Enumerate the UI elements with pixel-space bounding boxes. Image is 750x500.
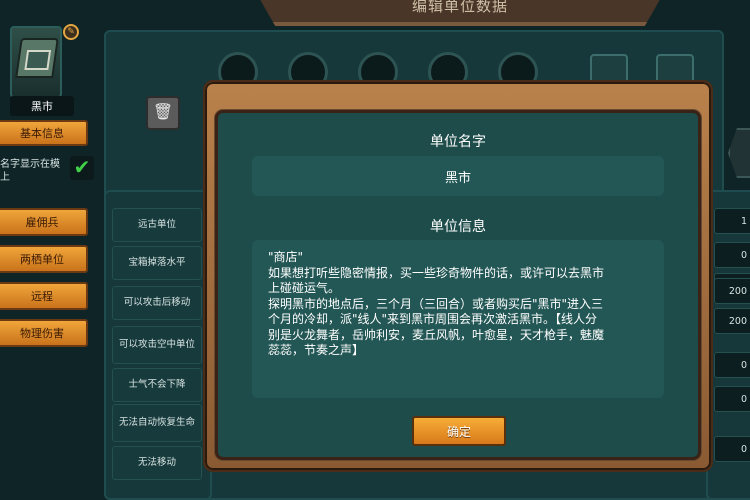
tag-button-mercenary[interactable]: 雇佣兵 xyxy=(0,208,88,236)
value-input[interactable]: 0 xyxy=(714,352,750,378)
attribute-cell: 可以攻击后移动 xyxy=(112,286,202,320)
unit-name-label: 黑市 xyxy=(10,96,74,116)
tag-button-amphibious[interactable]: 两栖单位 xyxy=(0,245,88,273)
black-market-icon xyxy=(15,38,59,78)
attribute-cell: 无法移动 xyxy=(112,446,202,480)
attribute-cell: 远古单位 xyxy=(112,208,202,242)
next-arrow-icon[interactable] xyxy=(728,128,750,178)
trash-icon[interactable]: 🗑 xyxy=(146,96,180,130)
unit-info-field[interactable]: "商店" 如果想打听些隐密情报，买一些珍奇物件的话，或许可以去黑市 上碰碰运气。… xyxy=(252,240,664,398)
page-title: 编辑单位数据 xyxy=(411,0,508,15)
header-banner: 编辑单位数据 xyxy=(250,0,670,26)
attribute-cell: 宝箱掉落水平 xyxy=(112,246,202,280)
value-input[interactable]: 200 xyxy=(714,308,750,334)
attribute-cell: 可以攻击空中单位 xyxy=(112,326,202,364)
value-input[interactable]: 200 xyxy=(714,278,750,304)
unit-info-title: 单位信息 xyxy=(430,219,486,235)
value-input[interactable]: 0 xyxy=(714,386,750,412)
unit-name-field[interactable]: 黑市 xyxy=(252,156,664,196)
attribute-cell: 无法自动恢复生命 xyxy=(112,404,202,442)
tag-button-ranged[interactable]: 远程 xyxy=(0,282,88,310)
value-input[interactable]: 0 xyxy=(714,436,750,462)
value-input[interactable]: 1 xyxy=(714,208,750,234)
unit-name-title: 单位名字 xyxy=(430,134,486,150)
value-input[interactable]: 0 xyxy=(714,242,750,268)
gear-icon[interactable]: ✎ xyxy=(63,24,79,40)
unit-portrait[interactable] xyxy=(10,26,62,98)
basic-info-button[interactable]: 基本信息 xyxy=(0,120,88,146)
name-display-label: 名字显示在模 上 xyxy=(0,159,60,183)
attribute-cell: 士气不会下降 xyxy=(112,368,202,402)
check-icon[interactable]: ✔ xyxy=(70,156,94,180)
tag-button-physical-damage[interactable]: 物理伤害 xyxy=(0,319,88,347)
confirm-button[interactable]: 确定 xyxy=(412,416,506,446)
